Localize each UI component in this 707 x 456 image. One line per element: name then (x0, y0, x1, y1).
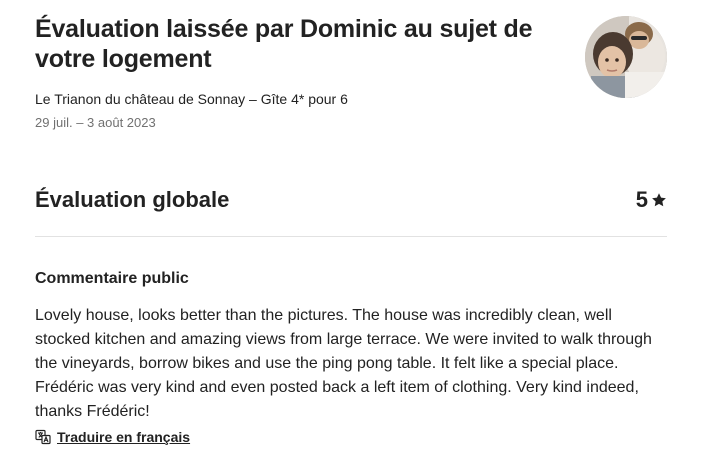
public-comment-text: Lovely house, looks better than the pict… (35, 307, 652, 420)
stay-dates: 29 juil. – 3 août 2023 (35, 115, 156, 130)
avatar[interactable] (585, 16, 667, 98)
overall-rating: Évaluation globale 5 (35, 185, 667, 215)
review-header: Évaluation laissée par Dominic au sujet … (35, 14, 667, 134)
review-page: Évaluation laissée par Dominic au sujet … (35, 14, 667, 445)
translate-link[interactable]: Traduire en français (57, 428, 190, 446)
translate-icon (35, 429, 51, 445)
rating-value: 5 (635, 187, 648, 212)
public-comment-heading: Commentaire public (35, 270, 189, 287)
overall-rating-label: Évaluation globale (35, 187, 230, 212)
page-title: Évaluation laissée par Dominic au sujet … (35, 15, 533, 73)
listing-name: Le Trianon du château de Sonnay – Gîte 4… (35, 91, 348, 107)
user-avatar-photo-icon (585, 16, 667, 98)
translate-button[interactable]: Traduire en français (35, 428, 190, 446)
overall-rating-score: 5 (636, 185, 667, 215)
star-icon (651, 192, 667, 208)
section-divider (35, 236, 667, 237)
